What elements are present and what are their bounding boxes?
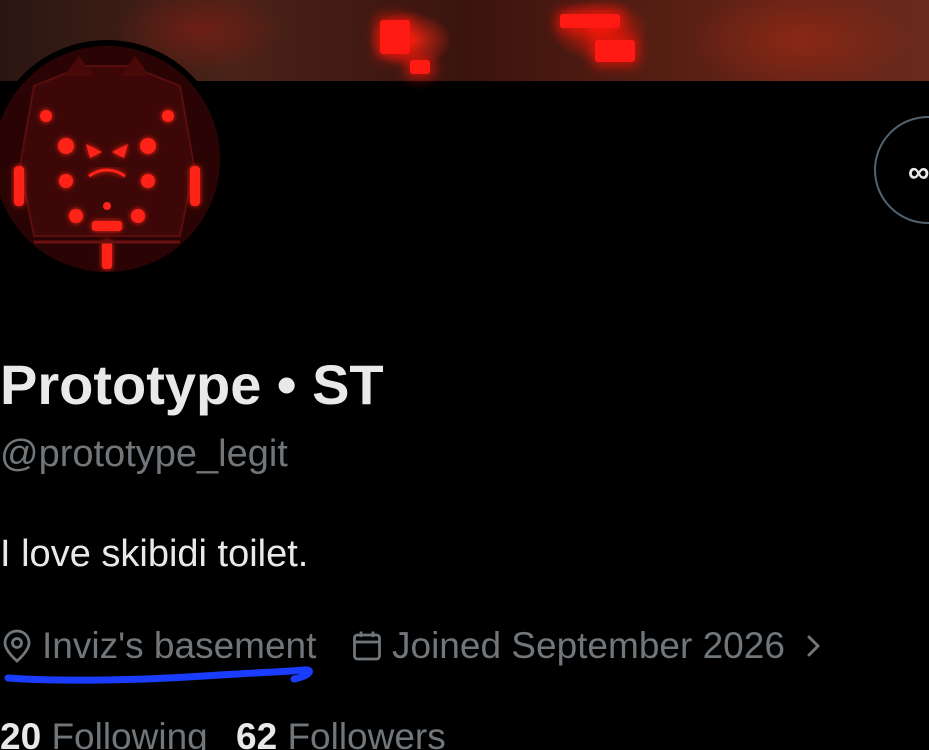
banner-glow [380,20,410,54]
profile-handle: @prototype_legit [0,433,288,475]
followers-count: 62 [236,716,278,750]
profile-avatar[interactable] [0,40,226,278]
profile-display-name: Prototype • ST [0,353,384,416]
location-annotation-underline [4,666,313,684]
chevron-right-icon[interactable] [803,632,825,660]
more-icon: ∞ [908,156,929,189]
location-text[interactable]: Inviz's basement [42,625,316,667]
more-options-button[interactable]: ∞ [874,116,929,224]
location-pin-icon [3,629,31,663]
avatar-image [0,46,220,272]
joined-meta: Joined September 2026 [352,620,825,672]
joined-text: Joined September 2026 [392,625,785,666]
followers-stat[interactable]: 62 Followers [236,712,446,750]
banner-glow [560,14,620,28]
banner-glow [595,40,635,62]
following-label: Following [51,716,208,750]
profile-bio: I love skibidi toilet. [0,533,309,575]
following-count: 20 [0,716,42,750]
banner-glow [410,60,430,74]
profile-stats: 20 Following 62 Followers [0,712,929,750]
following-stat[interactable]: 20 Following [0,712,208,750]
profile-page: ∞ Prototype • ST @prototype_legit I love… [0,0,929,750]
followers-label: Followers [287,716,446,750]
calendar-icon [353,631,381,661]
avatar-robot-icon [0,46,220,272]
